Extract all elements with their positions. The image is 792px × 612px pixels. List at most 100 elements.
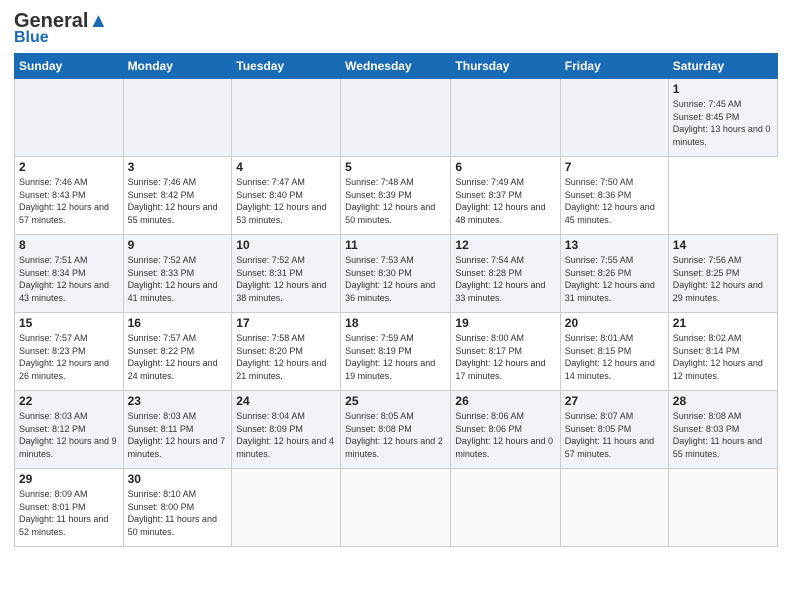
day-number: 29	[19, 472, 119, 486]
day-number: 27	[565, 394, 664, 408]
day-info: Sunrise: 8:09 AMSunset: 8:01 PMDaylight:…	[19, 488, 119, 538]
day-header-saturday: Saturday	[668, 54, 777, 79]
day-number: 16	[128, 316, 228, 330]
day-header-sunday: Sunday	[15, 54, 124, 79]
day-info: Sunrise: 7:57 AMSunset: 8:23 PMDaylight:…	[19, 332, 119, 382]
week-row-4: 22 Sunrise: 8:03 AMSunset: 8:12 PMDayligh…	[15, 391, 778, 469]
calendar-cell	[123, 79, 232, 157]
day-info: Sunrise: 7:48 AMSunset: 8:39 PMDaylight:…	[345, 176, 446, 226]
day-info: Sunrise: 7:49 AMSunset: 8:37 PMDaylight:…	[455, 176, 555, 226]
day-number: 10	[236, 238, 336, 252]
calendar-cell: 13Sunrise: 7:55 AMSunset: 8:26 PMDayligh…	[560, 235, 668, 313]
calendar-cell: 10 Sunrise: 7:52 AMSunset: 8:31 PMDayligh…	[232, 235, 341, 313]
calendar-cell	[15, 79, 124, 157]
calendar-cell: 3 Sunrise: 7:46 AMSunset: 8:42 PMDaylight…	[123, 157, 232, 235]
calendar-cell	[560, 469, 668, 547]
calendar-cell: 30 Sunrise: 8:10 AMSunset: 8:00 PMDayligh…	[123, 469, 232, 547]
calendar-cell: 29 Sunrise: 8:09 AMSunset: 8:01 PMDayligh…	[15, 469, 124, 547]
day-info: Sunrise: 8:00 AMSunset: 8:17 PMDaylight:…	[455, 332, 555, 382]
day-number: 25	[345, 394, 446, 408]
day-info: Sunrise: 8:01 AMSunset: 8:15 PMDaylight:…	[565, 332, 664, 382]
day-number: 20	[565, 316, 664, 330]
calendar-cell	[668, 469, 777, 547]
day-number: 18	[345, 316, 446, 330]
calendar-cell: 1Sunrise: 7:45 AMSunset: 8:45 PMDaylight…	[668, 79, 777, 157]
calendar-cell: 21Sunrise: 8:02 AMSunset: 8:14 PMDayligh…	[668, 313, 777, 391]
day-number: 7	[565, 160, 664, 174]
day-info: Sunrise: 7:46 AMSunset: 8:43 PMDaylight:…	[19, 176, 119, 226]
calendar-cell: 18 Sunrise: 7:59 AMSunset: 8:19 PMDayligh…	[341, 313, 451, 391]
day-info: Sunrise: 7:52 AMSunset: 8:31 PMDaylight:…	[236, 254, 336, 304]
day-info: Sunrise: 7:58 AMSunset: 8:20 PMDaylight:…	[236, 332, 336, 382]
logo: General▲ Blue	[14, 10, 108, 47]
calendar-cell: 7 Sunrise: 7:50 AMSunset: 8:36 PMDaylight…	[560, 157, 668, 235]
day-info: Sunrise: 7:56 AMSunset: 8:25 PMDaylight:…	[673, 254, 773, 304]
header-row: SundayMondayTuesdayWednesdayThursdayFrid…	[15, 54, 778, 79]
calendar-cell: 19Sunrise: 8:00 AMSunset: 8:17 PMDayligh…	[451, 313, 560, 391]
logo-subtext: Blue	[14, 29, 49, 47]
calendar-cell: 8 Sunrise: 7:51 AMSunset: 8:34 PMDaylight…	[15, 235, 124, 313]
day-number: 15	[19, 316, 119, 330]
calendar-cell: 27 Sunrise: 8:07 AMSunset: 8:05 PMDayligh…	[560, 391, 668, 469]
day-info: Sunrise: 7:51 AMSunset: 8:34 PMDaylight:…	[19, 254, 119, 304]
day-info: Sunrise: 8:05 AMSunset: 8:08 PMDaylight:…	[345, 410, 446, 460]
calendar-cell: 5Sunrise: 7:48 AMSunset: 8:39 PMDaylight…	[341, 157, 451, 235]
day-number: 6	[455, 160, 555, 174]
day-number: 9	[128, 238, 228, 252]
day-header-wednesday: Wednesday	[341, 54, 451, 79]
day-header-thursday: Thursday	[451, 54, 560, 79]
day-info: Sunrise: 7:46 AMSunset: 8:42 PMDaylight:…	[128, 176, 228, 226]
day-info: Sunrise: 8:07 AMSunset: 8:05 PMDaylight:…	[565, 410, 664, 460]
day-number: 2	[19, 160, 119, 174]
day-number: 24	[236, 394, 336, 408]
calendar-cell	[341, 79, 451, 157]
day-info: Sunrise: 7:54 AMSunset: 8:28 PMDaylight:…	[455, 254, 555, 304]
day-info: Sunrise: 7:52 AMSunset: 8:33 PMDaylight:…	[128, 254, 228, 304]
calendar-cell: 6 Sunrise: 7:49 AMSunset: 8:37 PMDaylight…	[451, 157, 560, 235]
calendar-cell: 4 Sunrise: 7:47 AMSunset: 8:40 PMDaylight…	[232, 157, 341, 235]
week-row-0: 1Sunrise: 7:45 AMSunset: 8:45 PMDaylight…	[15, 79, 778, 157]
calendar-cell: 14Sunrise: 7:56 AMSunset: 8:25 PMDayligh…	[668, 235, 777, 313]
day-header-monday: Monday	[123, 54, 232, 79]
day-info: Sunrise: 8:04 AMSunset: 8:09 PMDaylight:…	[236, 410, 336, 460]
calendar-cell	[232, 469, 341, 547]
day-number: 8	[19, 238, 119, 252]
day-number: 22	[19, 394, 119, 408]
week-row-2: 8 Sunrise: 7:51 AMSunset: 8:34 PMDaylight…	[15, 235, 778, 313]
header: General▲ Blue	[14, 10, 778, 47]
calendar-cell: 2 Sunrise: 7:46 AMSunset: 8:43 PMDaylight…	[15, 157, 124, 235]
calendar-cell: 28Sunrise: 8:08 AMSunset: 8:03 PMDayligh…	[668, 391, 777, 469]
day-number: 1	[673, 82, 773, 96]
day-header-tuesday: Tuesday	[232, 54, 341, 79]
day-number: 4	[236, 160, 336, 174]
calendar-cell: 15 Sunrise: 7:57 AMSunset: 8:23 PMDayligh…	[15, 313, 124, 391]
day-info: Sunrise: 7:57 AMSunset: 8:22 PMDaylight:…	[128, 332, 228, 382]
page-container: General▲ Blue SundayMondayTuesdayWednesd…	[0, 0, 792, 555]
calendar-cell	[341, 469, 451, 547]
calendar-cell: 24 Sunrise: 8:04 AMSunset: 8:09 PMDayligh…	[232, 391, 341, 469]
day-info: Sunrise: 7:50 AMSunset: 8:36 PMDaylight:…	[565, 176, 664, 226]
week-row-1: 2 Sunrise: 7:46 AMSunset: 8:43 PMDaylight…	[15, 157, 778, 235]
day-number: 11	[345, 238, 446, 252]
day-info: Sunrise: 8:03 AMSunset: 8:12 PMDaylight:…	[19, 410, 119, 460]
day-number: 28	[673, 394, 773, 408]
calendar-cell	[451, 79, 560, 157]
day-header-friday: Friday	[560, 54, 668, 79]
calendar-cell: 12 Sunrise: 7:54 AMSunset: 8:28 PMDayligh…	[451, 235, 560, 313]
calendar-cell	[560, 79, 668, 157]
week-row-3: 15 Sunrise: 7:57 AMSunset: 8:23 PMDayligh…	[15, 313, 778, 391]
calendar-cell: 11Sunrise: 7:53 AMSunset: 8:30 PMDayligh…	[341, 235, 451, 313]
day-info: Sunrise: 7:47 AMSunset: 8:40 PMDaylight:…	[236, 176, 336, 226]
calendar-cell: 22 Sunrise: 8:03 AMSunset: 8:12 PMDayligh…	[15, 391, 124, 469]
day-number: 3	[128, 160, 228, 174]
day-number: 12	[455, 238, 555, 252]
day-number: 30	[128, 472, 228, 486]
calendar-cell	[232, 79, 341, 157]
calendar-cell: 25 Sunrise: 8:05 AMSunset: 8:08 PMDayligh…	[341, 391, 451, 469]
day-number: 21	[673, 316, 773, 330]
day-info: Sunrise: 8:10 AMSunset: 8:00 PMDaylight:…	[128, 488, 228, 538]
day-info: Sunrise: 7:59 AMSunset: 8:19 PMDaylight:…	[345, 332, 446, 382]
calendar-cell	[451, 469, 560, 547]
calendar-cell: 20 Sunrise: 8:01 AMSunset: 8:15 PMDayligh…	[560, 313, 668, 391]
day-info: Sunrise: 8:06 AMSunset: 8:06 PMDaylight:…	[455, 410, 555, 460]
